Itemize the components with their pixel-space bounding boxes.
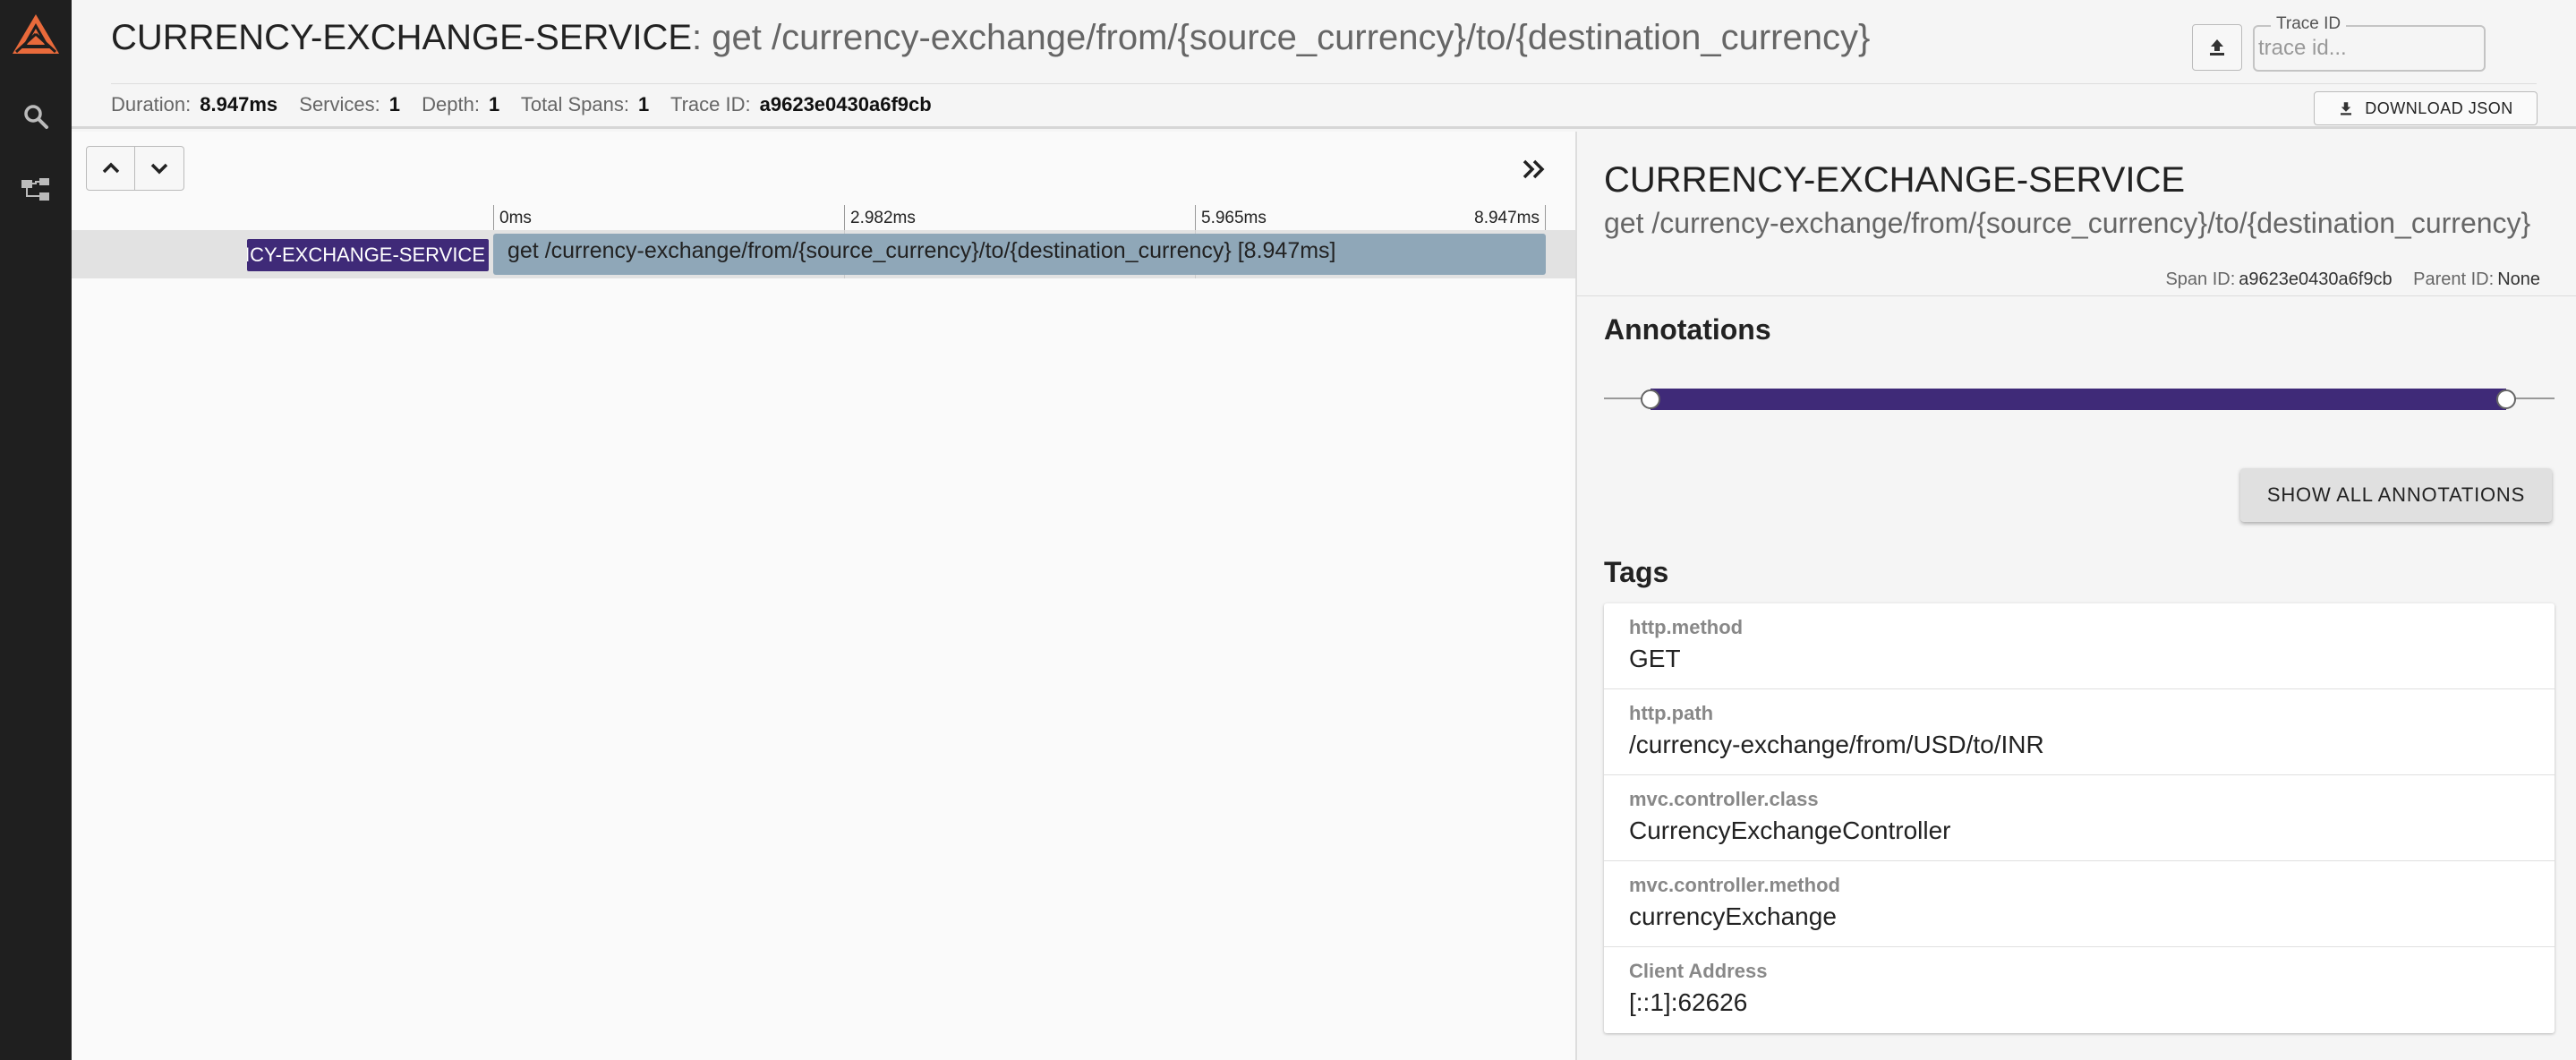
trace-operation-name: get /currency-exchange/from/{source_curr… [712, 18, 1871, 57]
trace-id-search-label: Trace ID [2271, 14, 2347, 34]
tag-value: GET [1629, 645, 1681, 672]
span-service-label: CURRENCY-EXCHANGE-SERVICE [247, 244, 485, 266]
timeline-panel: 0ms 2.982ms 5.965ms 8.947ms CURRENCY-EXC… [72, 132, 1575, 1060]
show-all-annotations-button[interactable]: SHOW ALL ANNOTATIONS [2240, 468, 2552, 522]
services-label: Services: [299, 93, 380, 115]
expand-down-button[interactable] [135, 146, 184, 191]
header-divider [111, 83, 2537, 84]
tick-label: 5.965ms [1195, 205, 1267, 230]
services-value: 1 [388, 93, 400, 115]
span-id-value: a9623e0430a6f9cb [2239, 269, 2393, 289]
tag-row: mvc.controller.class CurrencyExchangeCon… [1604, 775, 2555, 861]
slider-track [1651, 389, 2506, 410]
tick-label: 0ms [493, 205, 532, 230]
span-id-label: Span ID: [2165, 269, 2236, 289]
trace-id-value: a9623e0430a6f9cb [759, 93, 932, 115]
span-service-badge[interactable]: CURRENCY-EXCHANGE-SERVICE [247, 239, 489, 271]
toggle-detail-panel-button[interactable] [1518, 153, 1550, 185]
tag-row: http.method GET [1604, 603, 2555, 689]
depth-label: Depth: [422, 93, 480, 115]
trace-header: CURRENCY-EXCHANGE-SERVICE: get /currency… [72, 0, 2576, 129]
collapse-up-button[interactable] [86, 146, 135, 191]
span-detail-service-name: CURRENCY-EXCHANGE-SERVICE [1604, 160, 2186, 200]
total-spans-value: 1 [638, 93, 650, 115]
collapse-controls [86, 146, 184, 191]
page-title: CURRENCY-EXCHANGE-SERVICE: get /currency… [111, 18, 1870, 58]
tag-key: http.method [1629, 616, 1744, 638]
tag-key: http.path [1629, 702, 1714, 724]
tag-value: currencyExchange [1629, 902, 1837, 930]
trace-id-input[interactable] [2258, 34, 2480, 63]
upload-icon [2210, 39, 2224, 56]
duration-label: Duration: [111, 93, 192, 115]
span-row[interactable]: CURRENCY-EXCHANGE-SERVICE get /currency-… [72, 230, 1575, 278]
title-separator: : [692, 18, 712, 57]
tag-value: /currency-exchange/from/USD/to/INR [1629, 731, 2044, 758]
tags-title: Tags [1604, 556, 1669, 588]
download-json-label: DOWNLOAD JSON [2365, 98, 2513, 117]
slider-start-thumb[interactable] [1641, 389, 1660, 409]
span-bar[interactable]: get /currency-exchange/from/{source_curr… [493, 234, 1546, 275]
zipkin-logo-icon[interactable] [9, 11, 63, 64]
trace-id-label: Trace ID: [670, 93, 751, 115]
side-nav [0, 0, 72, 1060]
chevron-up-icon [102, 162, 119, 174]
trace-stats: Duration: 8.947ms Services: 1 Depth: 1 Tota… [111, 93, 948, 116]
tick-label: 8.947ms [1474, 205, 1546, 230]
detail-divider [1577, 295, 2576, 296]
parent-id-label: Parent ID: [2413, 269, 2495, 289]
duration-value: 8.947ms [200, 93, 278, 115]
double-chevron-right-icon [1523, 159, 1545, 179]
tag-value: [::1]:62626 [1629, 988, 1748, 1016]
tag-key: Client Address [1629, 960, 1768, 982]
depth-value: 1 [488, 93, 500, 115]
chevron-down-icon [150, 163, 168, 175]
tag-row: Client Address [::1]:62626 [1604, 947, 2555, 1033]
tag-row: http.path /currency-exchange/from/USD/to… [1604, 689, 2555, 775]
tags-list: http.method GET http.path /currency-exch… [1604, 603, 2555, 1033]
tick-label: 2.982ms [844, 205, 916, 230]
timeline-ticks: 0ms 2.982ms 5.965ms 8.947ms [72, 205, 1575, 230]
tag-key: mvc.controller.method [1629, 874, 1840, 896]
dependencies-icon[interactable] [16, 170, 55, 209]
download-icon [2341, 102, 2352, 115]
span-detail-operation: get /currency-exchange/from/{source_curr… [1604, 207, 2531, 239]
total-spans-label: Total Spans: [520, 93, 629, 115]
slider-end-thumb[interactable] [2496, 389, 2516, 409]
trace-id-search: Trace ID [2253, 14, 2486, 72]
search-icon[interactable] [16, 97, 55, 136]
annotations-title: Annotations [1604, 313, 1771, 346]
download-json-button[interactable]: DOWNLOAD JSON [2314, 91, 2538, 125]
tag-row: mvc.controller.method currencyExchange [1604, 861, 2555, 947]
annotations-range-slider[interactable] [1604, 380, 2555, 416]
span-ids: Span ID: a9623e0430a6f9cb Parent ID: None [2165, 269, 2540, 290]
tag-key: mvc.controller.class [1629, 788, 1819, 810]
parent-id-value: None [2497, 269, 2540, 289]
trace-service-name: CURRENCY-EXCHANGE-SERVICE [111, 18, 693, 57]
upload-json-button[interactable] [2192, 24, 2242, 71]
span-detail-panel: CURRENCY-EXCHANGE-SERVICE get /currency-… [1575, 132, 2576, 1060]
tag-value: CurrencyExchangeController [1629, 816, 1951, 844]
